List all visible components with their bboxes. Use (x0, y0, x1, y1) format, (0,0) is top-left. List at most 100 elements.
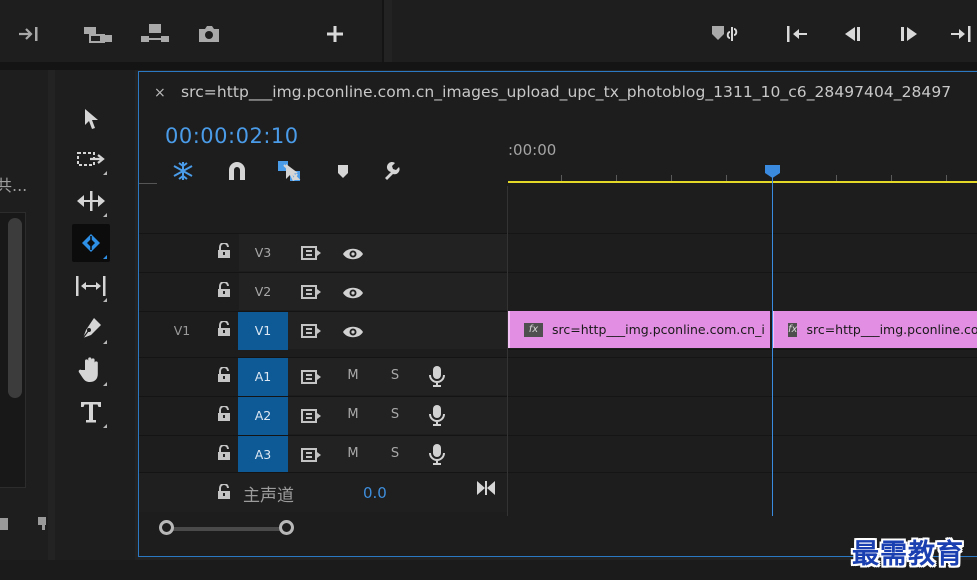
solo-button[interactable]: S (385, 368, 405, 383)
ripple-edit-tool[interactable] (72, 182, 110, 220)
step-forward-icon[interactable] (896, 24, 922, 44)
solo-button[interactable]: S (385, 407, 405, 422)
go-to-out-icon[interactable] (948, 24, 974, 44)
work-area-bar[interactable] (508, 181, 977, 183)
tools-panel (55, 70, 135, 560)
bottom-status-strip (0, 560, 977, 580)
lock-icon[interactable] (217, 444, 231, 461)
track-select-tool[interactable] (72, 140, 110, 178)
selection-tool[interactable] (72, 100, 110, 138)
mute-button[interactable]: M (343, 407, 363, 422)
clip-name: src=http___img.pconline.com.cn_i (552, 322, 765, 337)
solo-button[interactable]: S (385, 446, 405, 461)
eye-icon[interactable] (342, 246, 364, 260)
go-to-end-icon[interactable] (476, 480, 496, 500)
track-target-v2[interactable]: V2 (238, 273, 288, 311)
type-tool[interactable] (72, 393, 110, 431)
lock-icon[interactable] (217, 242, 231, 259)
time-ruler[interactable] (508, 130, 977, 186)
ruler-start-time: :00:00 (508, 141, 557, 159)
program-monitor-controls (392, 0, 977, 62)
zoom-scroll-left-handle[interactable] (159, 520, 174, 535)
lock-icon[interactable] (217, 483, 231, 500)
track-row-a1 (139, 357, 507, 395)
microphone-icon[interactable] (428, 404, 446, 426)
master-track-label: 主声道 (243, 486, 294, 506)
slip-tool[interactable] (72, 267, 110, 305)
razor-tool[interactable] (72, 224, 110, 262)
sync-lock-icon[interactable] (301, 369, 323, 384)
settings-wrench-icon[interactable] (383, 160, 409, 182)
master-track-row (139, 472, 507, 512)
extract-icon[interactable] (83, 24, 112, 44)
fx-badge: fx (524, 322, 543, 337)
track-target-v3[interactable]: V3 (238, 234, 288, 272)
mute-button[interactable]: M (343, 446, 363, 461)
new-item-icon[interactable] (38, 516, 46, 530)
project-panel-scrollbar[interactable] (8, 218, 22, 398)
lane-divider (508, 435, 977, 436)
timecode-divider (139, 183, 157, 184)
ruler-tick (616, 175, 617, 181)
lift-icon[interactable] (140, 22, 169, 44)
video-clip[interactable]: fx src=http___img.pconline.com.cn_images (772, 311, 977, 348)
pen-tool[interactable] (72, 309, 110, 347)
lock-icon[interactable] (217, 405, 231, 422)
nest-icon[interactable] (170, 160, 196, 182)
lane-divider (508, 233, 977, 234)
master-volume-value[interactable]: 0.0 (363, 484, 387, 502)
camera-icon[interactable] (196, 24, 222, 44)
tracks-area[interactable] (507, 186, 977, 516)
sync-lock-icon[interactable] (301, 408, 323, 423)
sync-lock-icon[interactable] (301, 284, 323, 299)
microphone-icon[interactable] (428, 365, 446, 387)
ruler-tick (726, 175, 727, 181)
microphone-icon[interactable] (428, 443, 446, 465)
close-sequence-button[interactable]: × (154, 85, 166, 101)
sync-lock-icon[interactable] (301, 447, 323, 462)
list-view-icon[interactable] (0, 518, 8, 530)
eye-icon[interactable] (342, 324, 364, 338)
lane-divider (508, 349, 977, 350)
ruler-tick (561, 175, 562, 181)
step-back-icon[interactable] (840, 24, 866, 44)
playhead-timecode[interactable]: 00:00:02:10 (165, 124, 299, 148)
hand-tool[interactable] (72, 351, 110, 389)
mute-button[interactable]: M (343, 368, 363, 383)
track-row-v3 (139, 233, 507, 271)
lock-icon[interactable] (217, 366, 231, 383)
track-target-a1[interactable]: A1 (238, 358, 288, 396)
playhead-line[interactable] (772, 177, 773, 519)
project-panel-label: 共... (0, 176, 28, 195)
eye-icon[interactable] (342, 285, 364, 299)
sync-lock-icon[interactable] (301, 245, 323, 260)
linked-selection-icon[interactable] (276, 160, 302, 182)
zoom-scroll-track[interactable] (165, 527, 289, 531)
sequence-tab-title[interactable]: src=http___img.pconline.com.cn_images_up… (181, 83, 951, 101)
watermark-logo: 最需教育 (852, 539, 964, 570)
lock-icon[interactable] (217, 320, 231, 337)
add-button-icon[interactable] (322, 24, 348, 44)
ruler-tick (891, 175, 892, 181)
lane-divider (508, 357, 977, 358)
ruler-tick (946, 175, 947, 181)
clip-name: src=http___img.pconline.com.cn_images (806, 322, 977, 337)
lock-icon[interactable] (217, 281, 231, 298)
sync-lock-icon[interactable] (301, 323, 323, 338)
track-target-a2[interactable]: A2 (238, 397, 288, 435)
video-clip[interactable]: fx src=http___img.pconline.com.cn_i (508, 311, 770, 348)
playhead-handle[interactable] (764, 163, 781, 178)
zoom-scroll-right-handle[interactable] (279, 520, 294, 535)
lane-divider (508, 396, 977, 397)
insert-track-icon[interactable] (16, 24, 42, 44)
track-target-v1[interactable]: V1 (238, 312, 288, 350)
lane-divider (508, 272, 977, 273)
lane-divider (508, 472, 977, 473)
track-target-a3[interactable]: A3 (238, 436, 288, 474)
snap-icon[interactable] (224, 160, 250, 182)
go-to-in-icon[interactable] (784, 24, 810, 44)
fx-badge: fx (788, 322, 798, 337)
add-marker-icon[interactable] (330, 160, 356, 182)
source-patch-v1[interactable]: V1 (166, 322, 198, 340)
marker-link-icon[interactable] (710, 23, 742, 45)
